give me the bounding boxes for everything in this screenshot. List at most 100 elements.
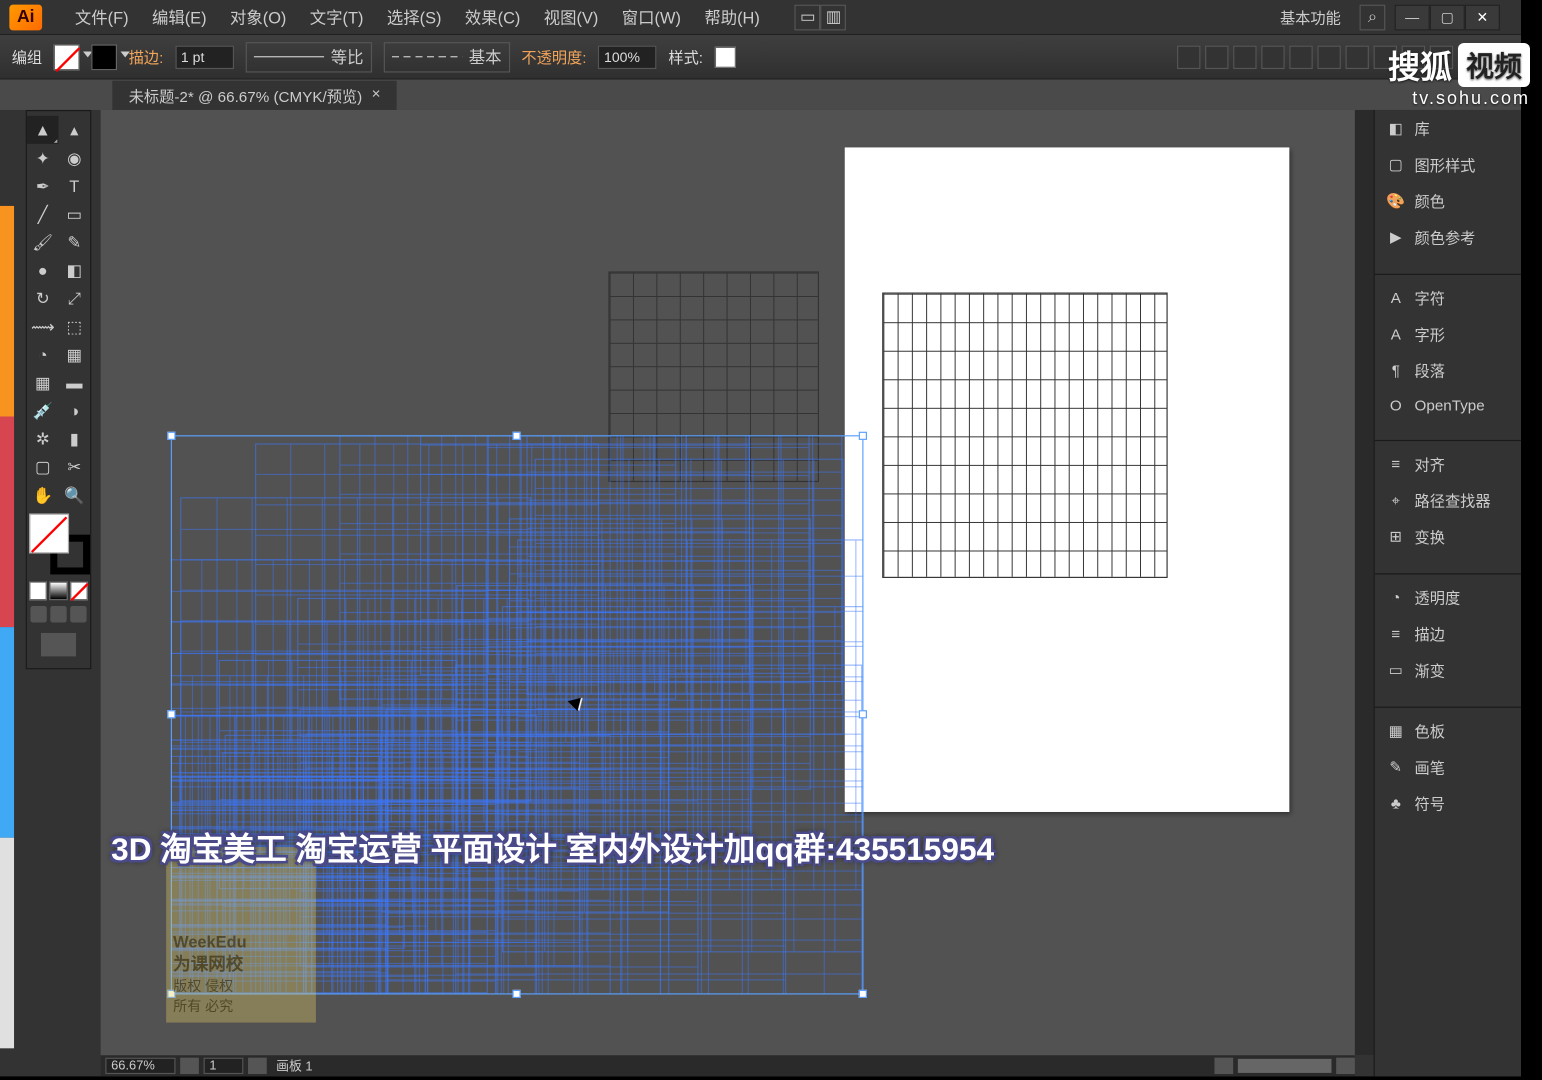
resize-handle[interactable] <box>167 710 175 718</box>
rectangle-tool[interactable]: ▭ <box>58 200 90 228</box>
menu-view[interactable]: 视图(V) <box>532 1 610 34</box>
free-transform-tool[interactable]: ⬚ <box>58 312 90 340</box>
pencil-tool[interactable]: ✎ <box>58 228 90 256</box>
shape-builder-tool[interactable]: ◔ <box>27 340 59 368</box>
horizontal-scrollbar[interactable] <box>1238 1059 1332 1073</box>
line-tool[interactable]: ╱ <box>27 200 59 228</box>
opacity-input[interactable] <box>598 45 657 68</box>
menu-file[interactable]: 文件(F) <box>63 1 140 34</box>
grid-object-2[interactable] <box>882 293 1167 578</box>
slice-tool[interactable]: ✂ <box>58 453 90 481</box>
artboard-prev-button[interactable] <box>180 1058 199 1074</box>
column-graph-tool[interactable]: ▮ <box>58 425 90 453</box>
layout-btn-2[interactable]: ▥ <box>821 4 847 30</box>
blend-tool[interactable]: ◑ <box>58 397 90 425</box>
panel-字符[interactable]: A字符 <box>1375 280 1521 316</box>
panel-符号[interactable]: ♣符号 <box>1375 785 1521 821</box>
align-icon[interactable] <box>1233 45 1256 68</box>
pen-tool[interactable]: ✒ <box>27 172 59 200</box>
zoom-tool[interactable]: 🔍 <box>58 481 90 509</box>
symbol-sprayer-tool[interactable]: ✲ <box>27 425 59 453</box>
scroll-right-button[interactable] <box>1336 1058 1355 1074</box>
menu-help[interactable]: 帮助(H) <box>693 1 772 34</box>
menu-object[interactable]: 对象(O) <box>218 1 298 34</box>
align-icon[interactable] <box>1205 45 1228 68</box>
menu-type[interactable]: 文字(T) <box>298 1 375 34</box>
perspective-tool[interactable]: ▦ <box>58 340 90 368</box>
resize-handle[interactable] <box>512 432 520 440</box>
zoom-field[interactable] <box>105 1058 175 1074</box>
panel-对齐[interactable]: ≡对齐 <box>1375 446 1521 482</box>
align-icon[interactable] <box>1346 45 1369 68</box>
resize-handle[interactable] <box>512 990 520 998</box>
gradient-tool[interactable]: ▬ <box>58 369 90 397</box>
align-icon[interactable] <box>1317 45 1340 68</box>
canvas[interactable]: WeekEdu 为课网校 版权 侵权 所有 必究 3D 淘宝美工 淘宝运营 平面… <box>101 110 1374 1055</box>
panel-图形样式[interactable]: ▢图形样式 <box>1375 146 1521 182</box>
vertical-scrollbar[interactable] <box>1355 110 1374 1055</box>
resize-handle[interactable] <box>859 432 867 440</box>
stroke-swatch[interactable] <box>91 44 117 70</box>
lasso-tool[interactable]: ◉ <box>58 144 90 172</box>
panel-色板[interactable]: ▦色板 <box>1375 713 1521 749</box>
close-tab-icon[interactable]: × <box>372 84 381 106</box>
screen-mode-icon[interactable] <box>50 606 66 622</box>
panel-路径查找器[interactable]: ⌖路径查找器 <box>1375 482 1521 518</box>
fill-swatch[interactable] <box>54 44 80 70</box>
blob-brush-tool[interactable]: ● <box>27 256 59 284</box>
panel-透明度[interactable]: ◔透明度 <box>1375 579 1521 615</box>
rotate-tool[interactable]: ↻ <box>27 284 59 312</box>
stroke-weight-input[interactable] <box>175 45 234 68</box>
gradient-mode-icon[interactable] <box>50 581 68 600</box>
align-icon[interactable] <box>1261 45 1284 68</box>
none-mode-icon[interactable] <box>70 581 88 600</box>
menu-effect[interactable]: 效果(C) <box>453 1 532 34</box>
resize-handle[interactable] <box>167 432 175 440</box>
paintbrush-tool[interactable]: 🖌 <box>27 228 59 256</box>
align-icon[interactable] <box>1177 45 1200 68</box>
width-tool[interactable]: ⟿ <box>27 312 59 340</box>
magic-wand-tool[interactable]: ✦ <box>27 144 59 172</box>
eyedropper-tool[interactable]: 💉 <box>27 397 59 425</box>
brush-definition[interactable]: 基本 <box>383 42 509 72</box>
variable-width-profile[interactable]: 等比 <box>245 42 371 72</box>
maximize-button[interactable]: ▢ <box>1430 4 1465 30</box>
panel-OpenType[interactable]: OOpenType <box>1375 388 1521 421</box>
resize-handle[interactable] <box>859 990 867 998</box>
selection-tool[interactable]: ▲ <box>27 116 59 144</box>
artboard-next-button[interactable] <box>248 1058 267 1074</box>
panel-颜色[interactable]: 🎨颜色 <box>1375 183 1521 219</box>
hand-tool[interactable]: ✋ <box>27 481 59 509</box>
panel-变换[interactable]: ⊞变换 <box>1375 518 1521 554</box>
scroll-left-button[interactable] <box>1214 1058 1233 1074</box>
layout-btn-1[interactable]: ▭ <box>795 4 821 30</box>
mesh-tool[interactable]: ▦ <box>27 369 59 397</box>
search-icon[interactable]: ⌕ <box>1360 4 1386 30</box>
fill-stroke-indicator[interactable] <box>29 514 90 575</box>
panel-渐变[interactable]: ▭渐变 <box>1375 652 1521 688</box>
draw-mode-icon[interactable] <box>41 633 76 656</box>
artboard-number-field[interactable] <box>204 1058 244 1074</box>
workspace-switcher[interactable]: 基本功能 <box>1280 6 1341 28</box>
artboard-tool[interactable]: ▢ <box>27 453 59 481</box>
close-button[interactable]: ✕ <box>1465 4 1500 30</box>
minimize-button[interactable]: ― <box>1395 4 1430 30</box>
menu-window[interactable]: 窗口(W) <box>610 1 693 34</box>
panel-库[interactable]: ◧库 <box>1375 110 1521 146</box>
type-tool[interactable]: T <box>58 172 90 200</box>
direct-selection-tool[interactable]: ▴ <box>58 116 90 144</box>
menu-select[interactable]: 选择(S) <box>375 1 453 34</box>
eraser-tool[interactable]: ◧ <box>58 256 90 284</box>
color-mode-icon[interactable] <box>29 581 47 600</box>
menu-edit[interactable]: 编辑(E) <box>140 1 218 34</box>
panel-段落[interactable]: ¶段落 <box>1375 352 1521 388</box>
align-icon[interactable] <box>1289 45 1312 68</box>
screen-mode-icon[interactable] <box>70 606 86 622</box>
resize-handle[interactable] <box>859 710 867 718</box>
graphic-style-swatch[interactable] <box>715 46 736 67</box>
panel-画笔[interactable]: ✎画笔 <box>1375 749 1521 785</box>
panel-颜色参考[interactable]: ▶颜色参考 <box>1375 219 1521 255</box>
document-tab[interactable]: 未标题-2* @ 66.67% (CMYK/预览) × <box>112 80 397 109</box>
fill-color-icon[interactable] <box>29 514 69 554</box>
screen-mode-icon[interactable] <box>30 606 46 622</box>
